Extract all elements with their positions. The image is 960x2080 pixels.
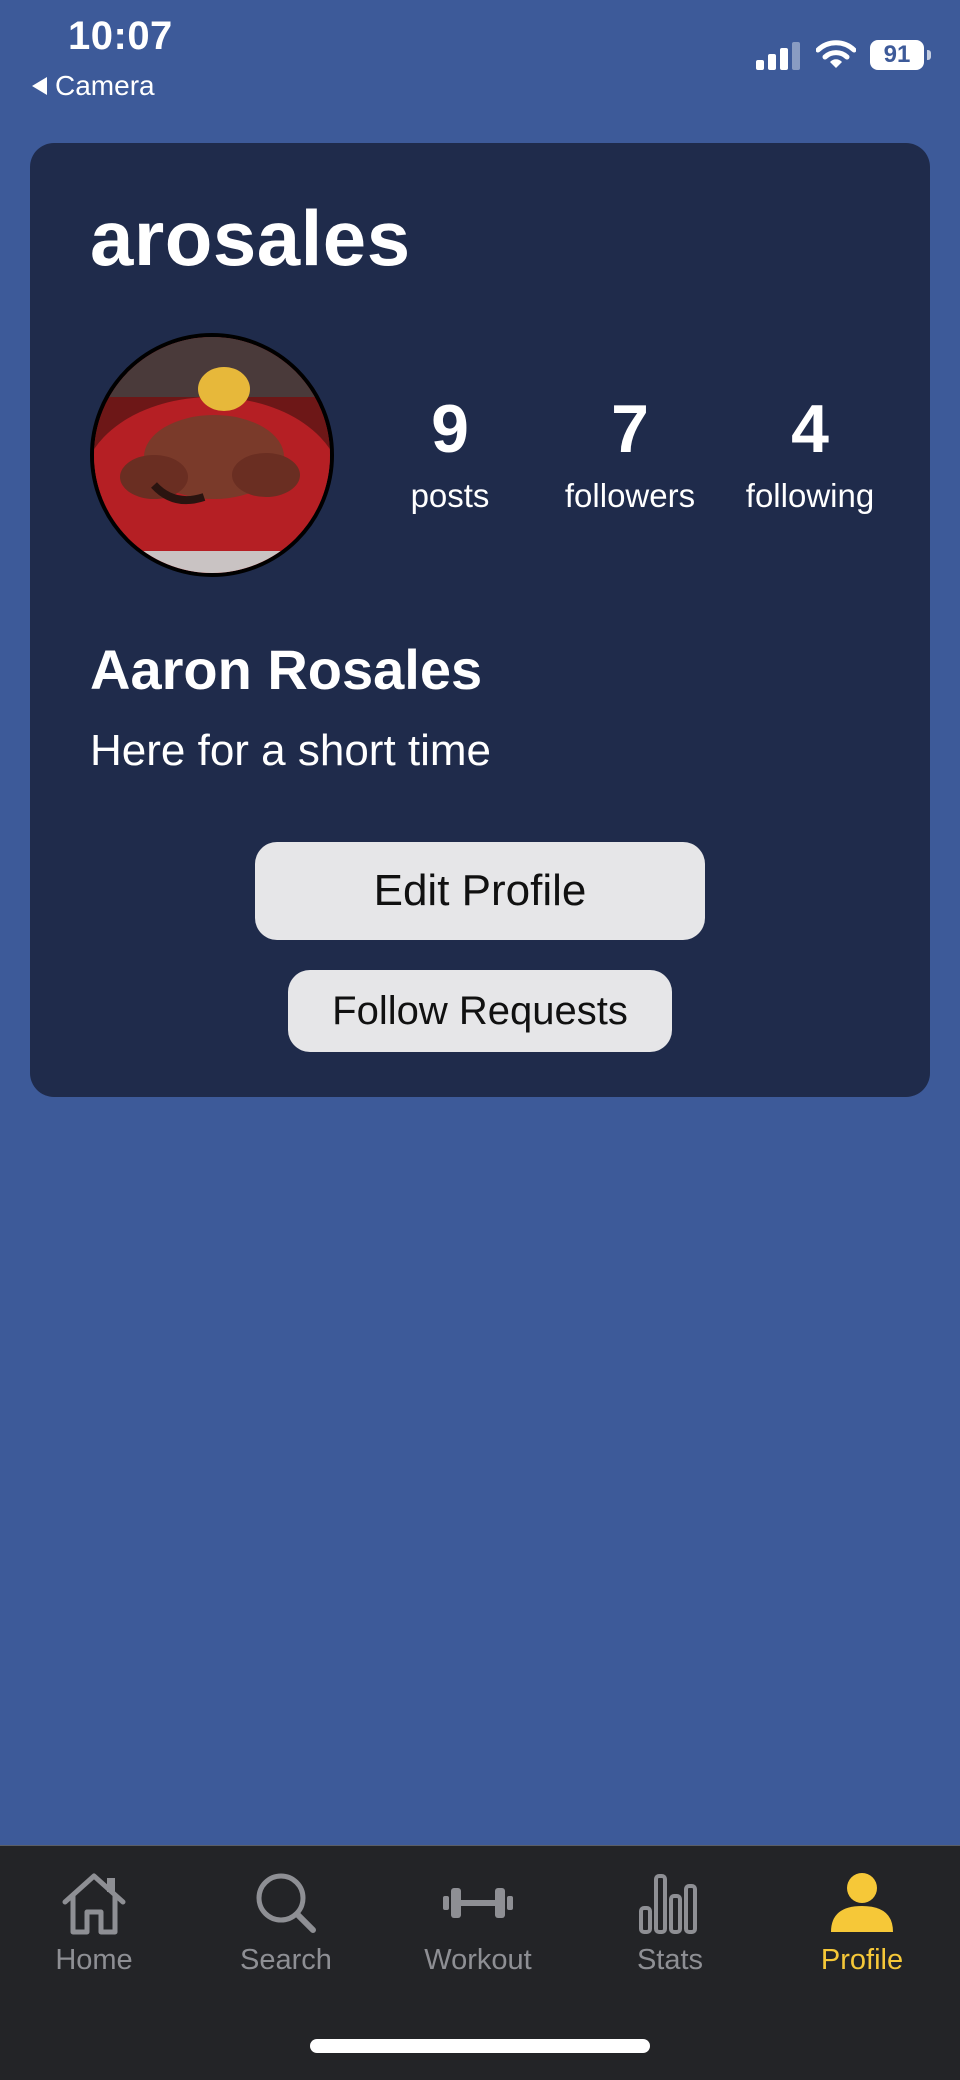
status-time: 10:07 (68, 14, 173, 58)
cellular-signal-icon (756, 42, 800, 70)
status-indicators: 91 (756, 40, 931, 70)
edit-profile-button[interactable]: Edit Profile (255, 842, 705, 940)
stat-value: 7 (611, 391, 649, 467)
tab-home[interactable]: Home (4, 1870, 184, 1977)
home-indicator[interactable] (310, 2039, 650, 2053)
tab-label: Search (240, 1944, 332, 1976)
profile-card: arosales 9 posts 7 followers 4 following… (30, 143, 930, 1097)
tab-profile[interactable]: Profile (772, 1870, 952, 1977)
stat-label: posts (410, 477, 490, 514)
back-arrow-icon (32, 77, 47, 95)
stat-value: 9 (431, 391, 469, 467)
person-icon (831, 1873, 893, 1932)
tab-label: Stats (636, 1944, 704, 1976)
back-label: Camera (55, 70, 155, 101)
battery-indicator: 91 (870, 40, 931, 70)
tab-label: Profile (820, 1944, 904, 1976)
tab-label: Home (55, 1944, 133, 1976)
tab-search[interactable]: Search (196, 1870, 376, 1977)
stat-label: followers (564, 477, 696, 514)
avatar-photo (94, 337, 330, 573)
profile-full-name: Aaron Rosales (90, 638, 483, 701)
stat-following[interactable]: 4 following (720, 395, 900, 515)
bar-chart-icon (639, 1874, 697, 1934)
home-icon (62, 1873, 126, 1935)
avatar[interactable] (90, 333, 334, 577)
tab-stats[interactable]: Stats (580, 1870, 760, 1977)
stat-posts[interactable]: 9 posts (360, 395, 540, 515)
tab-label: Workout (424, 1944, 532, 1976)
stat-label: following (745, 477, 875, 514)
search-icon (256, 1873, 316, 1933)
follow-requests-button[interactable]: Follow Requests (288, 970, 672, 1052)
profile-bio: Here for a short time (90, 726, 492, 775)
profile-username: arosales (90, 194, 411, 282)
tab-workout[interactable]: Workout (388, 1870, 568, 1977)
profile-stats: 9 posts 7 followers 4 following (360, 395, 900, 515)
back-to-camera-link[interactable]: Camera (32, 70, 155, 102)
stat-value: 4 (791, 391, 829, 467)
wifi-icon (816, 40, 856, 68)
dumbbell-icon (443, 1888, 513, 1918)
stat-followers[interactable]: 7 followers (540, 395, 720, 515)
